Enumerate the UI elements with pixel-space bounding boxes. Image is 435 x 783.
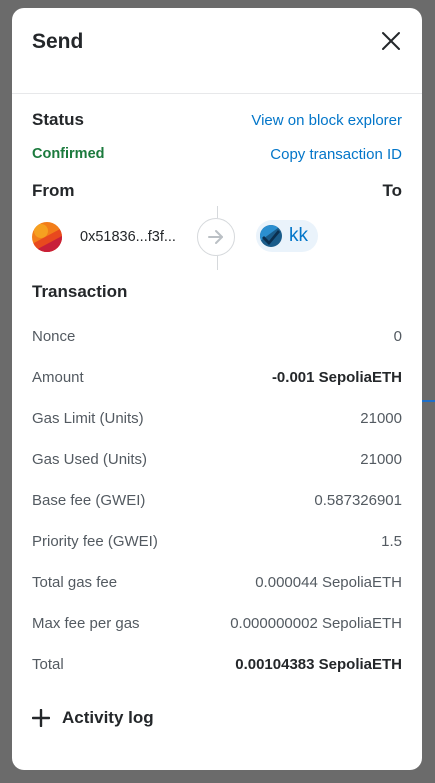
to-avatar bbox=[260, 225, 282, 247]
copy-transaction-id-link[interactable]: Copy transaction ID bbox=[270, 146, 402, 163]
modal-body: Status View on block explorer Confirmed … bbox=[12, 94, 422, 685]
tx-label: Total bbox=[32, 656, 64, 673]
tx-label: Nonce bbox=[32, 328, 76, 345]
activity-log-toggle[interactable]: Activity log bbox=[32, 708, 154, 728]
backdrop-accent-line bbox=[421, 400, 435, 402]
tx-value: -0.001 SepoliaETH bbox=[271, 369, 402, 386]
view-on-block-explorer-link[interactable]: View on block explorer bbox=[251, 112, 402, 129]
tx-label: Gas Limit (Units) bbox=[32, 410, 144, 427]
tx-value: 21000 bbox=[360, 451, 402, 468]
tx-row-base-fee: Base fee (GWEI) 0.587326901 bbox=[12, 480, 422, 521]
arrow-right-icon bbox=[208, 230, 223, 244]
tx-label: Amount bbox=[32, 369, 84, 386]
tx-label: Max fee per gas bbox=[32, 615, 140, 632]
transfer-direction bbox=[197, 218, 235, 256]
tx-value: 0 bbox=[393, 328, 402, 345]
tx-value: 0.00104383 SepoliaETH bbox=[235, 656, 402, 673]
tx-value: 21000 bbox=[360, 410, 402, 427]
tx-row-gas-used: Gas Used (Units) 21000 bbox=[12, 439, 422, 480]
connector-line-bottom bbox=[217, 256, 218, 270]
tx-row-priority-fee: Priority fee (GWEI) 1.5 bbox=[12, 521, 422, 562]
tx-row-nonce: Nonce 0 bbox=[12, 316, 422, 357]
tx-row-amount: Amount -0.001 SepoliaETH bbox=[12, 357, 422, 398]
tx-value: 1.5 bbox=[381, 533, 402, 550]
activity-log-label: Activity log bbox=[62, 708, 154, 727]
connector-line-top bbox=[217, 206, 218, 218]
transaction-details-modal: Send Status View on block explorer Confi… bbox=[12, 8, 422, 770]
status-heading: Status bbox=[32, 110, 84, 129]
jazzicon-avatar-icon bbox=[32, 222, 62, 252]
status-badge: Confirmed bbox=[32, 146, 105, 162]
plus-icon bbox=[32, 709, 50, 727]
tx-row-total: Total 0.00104383 SepoliaETH bbox=[12, 644, 422, 685]
modal-header: Send bbox=[12, 8, 422, 80]
to-account-name: kk bbox=[289, 225, 308, 246]
to-label: To bbox=[382, 181, 402, 200]
tx-row-max-fee-per-gas: Max fee per gas 0.000000002 SepoliaETH bbox=[12, 603, 422, 644]
to-account-pill[interactable]: kk bbox=[256, 220, 318, 252]
status-row: Status View on block explorer bbox=[12, 109, 422, 131]
tx-label: Gas Used (Units) bbox=[32, 451, 148, 468]
tx-row-gas-limit: Gas Limit (Units) 21000 bbox=[12, 398, 422, 439]
tx-value: 0.000044 SepoliaETH bbox=[255, 574, 402, 591]
close-icon bbox=[382, 32, 400, 50]
from-label: From bbox=[32, 181, 75, 200]
from-to-labels: From To bbox=[12, 180, 422, 202]
tx-label: Total gas fee bbox=[32, 574, 118, 591]
confirmed-row: Confirmed Copy transaction ID bbox=[12, 143, 422, 165]
tx-label: Base fee (GWEI) bbox=[32, 492, 146, 509]
tx-row-total-gas-fee: Total gas fee 0.000044 SepoliaETH bbox=[12, 562, 422, 603]
transaction-details-list: Nonce 0 Amount -0.001 SepoliaETH Gas Lim… bbox=[12, 316, 422, 685]
tx-value: 0.000000002 SepoliaETH bbox=[230, 615, 402, 632]
jazzicon-avatar-icon bbox=[260, 225, 282, 247]
address-row: 0x51836...f3f... kk bbox=[12, 202, 422, 274]
modal-title: Send bbox=[32, 30, 84, 53]
close-button[interactable] bbox=[376, 26, 406, 56]
tx-label: Priority fee (GWEI) bbox=[32, 533, 158, 550]
transaction-heading-row: Transaction bbox=[12, 282, 422, 306]
from-avatar bbox=[32, 222, 62, 252]
tx-value: 0.587326901 bbox=[314, 492, 402, 509]
transaction-heading: Transaction bbox=[32, 282, 128, 301]
from-address[interactable]: 0x51836...f3f... bbox=[80, 229, 176, 245]
